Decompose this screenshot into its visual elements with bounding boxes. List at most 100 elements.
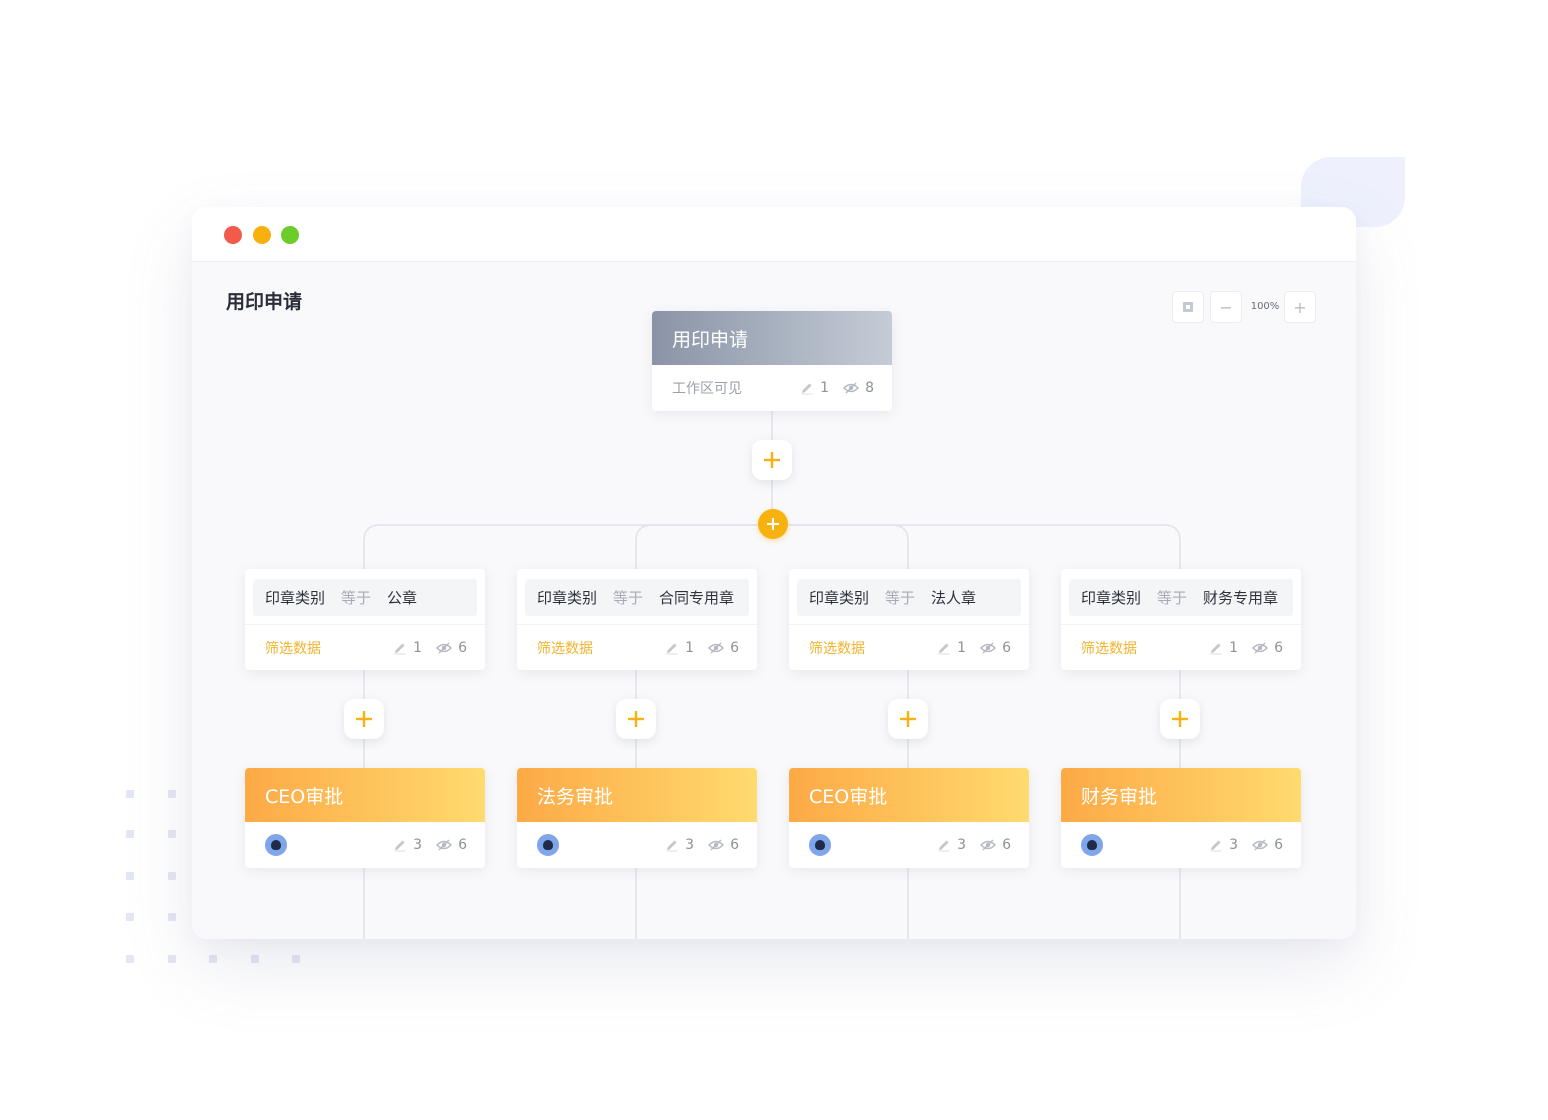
view-count: 6 — [730, 639, 739, 656]
add-node-button[interactable] — [616, 699, 656, 739]
eye-off-icon — [436, 839, 453, 851]
condition-rule: 印章类别 等于 合同专用章 — [525, 579, 749, 616]
condition-footer: 筛选数据 1 6 — [517, 624, 757, 670]
condition-card[interactable]: 印章类别 等于 财务专用章 筛选数据 1 6 — [1061, 569, 1301, 670]
eye-off-icon — [436, 641, 453, 654]
condition-card[interactable]: 印章类别 等于 合同专用章 筛选数据 1 6 — [517, 569, 757, 670]
approval-card[interactable]: 法务审批 3 6 — [517, 768, 757, 868]
approval-title: 法务审批 — [517, 768, 757, 822]
pencil-icon — [1210, 643, 1222, 654]
add-branch-button[interactable] — [758, 509, 788, 539]
add-node-button[interactable] — [344, 699, 384, 739]
condition-value: 财务专用章 — [1203, 589, 1279, 607]
edit-count: 1 — [820, 380, 830, 396]
view-stat: 6 — [436, 640, 467, 656]
view-stat: 6 — [1252, 837, 1283, 853]
approval-card[interactable]: CEO审批 3 6 — [789, 768, 1029, 868]
filter-data-label: 筛选数据 — [1081, 640, 1137, 657]
approval-card[interactable]: CEO审批 3 6 — [245, 768, 485, 868]
pencil-icon — [666, 840, 678, 852]
plus-icon — [767, 518, 779, 530]
eye-off-icon — [843, 382, 860, 394]
condition-value: 法人章 — [931, 589, 977, 607]
approver-avatar[interactable] — [1081, 834, 1103, 856]
pencil-icon — [394, 643, 406, 654]
approval-title: CEO审批 — [245, 768, 485, 822]
pencil-icon — [938, 840, 950, 852]
pencil-icon — [1210, 840, 1222, 852]
edit-count: 3 — [685, 837, 695, 853]
pencil-icon — [938, 643, 950, 654]
condition-footer: 筛选数据 1 6 — [245, 624, 485, 670]
edit-count: 3 — [413, 837, 423, 853]
condition-rule: 印章类别 等于 公章 — [253, 579, 477, 616]
pencil-icon — [801, 383, 813, 395]
eye-off-icon — [1252, 641, 1269, 654]
edit-stat: 1 — [665, 640, 694, 656]
condition-field: 印章类别 — [265, 589, 326, 607]
view-stat: 6 — [436, 837, 467, 853]
condition-footer: 筛选数据 1 6 — [1061, 624, 1301, 670]
approver-avatar[interactable] — [265, 834, 287, 856]
plus-icon — [900, 711, 916, 727]
approval-card[interactable]: 财务审批 3 6 — [1061, 768, 1301, 868]
eye-off-icon — [980, 839, 997, 851]
view-count: 6 — [458, 639, 467, 656]
condition-operator: 等于 — [341, 589, 372, 607]
filter-data-label: 筛选数据 — [265, 640, 321, 657]
approver-avatar[interactable] — [809, 834, 831, 856]
edit-count: 1 — [685, 639, 695, 656]
condition-field: 印章类别 — [537, 589, 598, 607]
plus-icon — [628, 711, 644, 727]
edit-stat: 3 — [665, 837, 694, 853]
approval-footer: 3 6 — [245, 822, 485, 868]
edit-count: 3 — [1229, 837, 1239, 853]
condition-field: 印章类别 — [809, 589, 870, 607]
edit-stat: 3 — [937, 837, 966, 853]
condition-rule: 印章类别 等于 法人章 — [797, 579, 1021, 616]
condition-card[interactable]: 印章类别 等于 公章 筛选数据 1 6 — [245, 569, 485, 670]
edit-stat: 1 — [800, 380, 829, 396]
view-stat: 6 — [708, 837, 739, 853]
approver-avatar[interactable] — [537, 834, 559, 856]
approval-footer: 3 6 — [789, 822, 1029, 868]
condition-field: 印章类别 — [1081, 589, 1142, 607]
edit-stat: 3 — [1209, 837, 1238, 853]
condition-operator: 等于 — [613, 589, 644, 607]
start-node-title: 用印申请 — [652, 311, 892, 365]
approval-footer: 3 6 — [1061, 822, 1301, 868]
edit-stat: 3 — [393, 837, 422, 853]
condition-value: 公章 — [387, 589, 418, 607]
view-count: 6 — [1002, 639, 1011, 656]
filter-data-label: 筛选数据 — [809, 640, 865, 657]
edit-stat: 1 — [1209, 640, 1238, 656]
view-count: 6 — [1274, 639, 1283, 656]
plus-icon — [356, 711, 372, 727]
start-node-card[interactable]: 用印申请 工作区可见 1 8 — [652, 311, 892, 411]
add-node-button[interactable] — [888, 699, 928, 739]
edit-count: 3 — [957, 837, 967, 853]
view-stat: 6 — [1252, 640, 1283, 656]
condition-footer: 筛选数据 1 6 — [789, 624, 1029, 670]
condition-card[interactable]: 印章类别 等于 法人章 筛选数据 1 6 — [789, 569, 1029, 670]
eye-off-icon — [708, 641, 725, 654]
app-window: 用印申请 − 100% + 用印申请 工作区可见 1 8 印章类别 等于 公章 … — [192, 207, 1356, 939]
view-stat: 6 — [980, 640, 1011, 656]
view-count: 8 — [865, 380, 874, 396]
edit-stat: 1 — [393, 640, 422, 656]
condition-operator: 等于 — [885, 589, 916, 607]
eye-off-icon — [708, 839, 725, 851]
edit-count: 1 — [1229, 639, 1239, 656]
condition-value: 合同专用章 — [659, 589, 735, 607]
approval-title: CEO审批 — [789, 768, 1029, 822]
approval-title: 财务审批 — [1061, 768, 1301, 822]
filter-data-label: 筛选数据 — [537, 640, 593, 657]
plus-icon — [1172, 711, 1188, 727]
add-node-button[interactable] — [1160, 699, 1200, 739]
eye-off-icon — [1252, 839, 1269, 851]
edit-count: 1 — [413, 639, 423, 656]
add-node-button[interactable] — [752, 440, 792, 480]
condition-operator: 等于 — [1157, 589, 1188, 607]
view-stat: 6 — [980, 837, 1011, 853]
approval-footer: 3 6 — [517, 822, 757, 868]
